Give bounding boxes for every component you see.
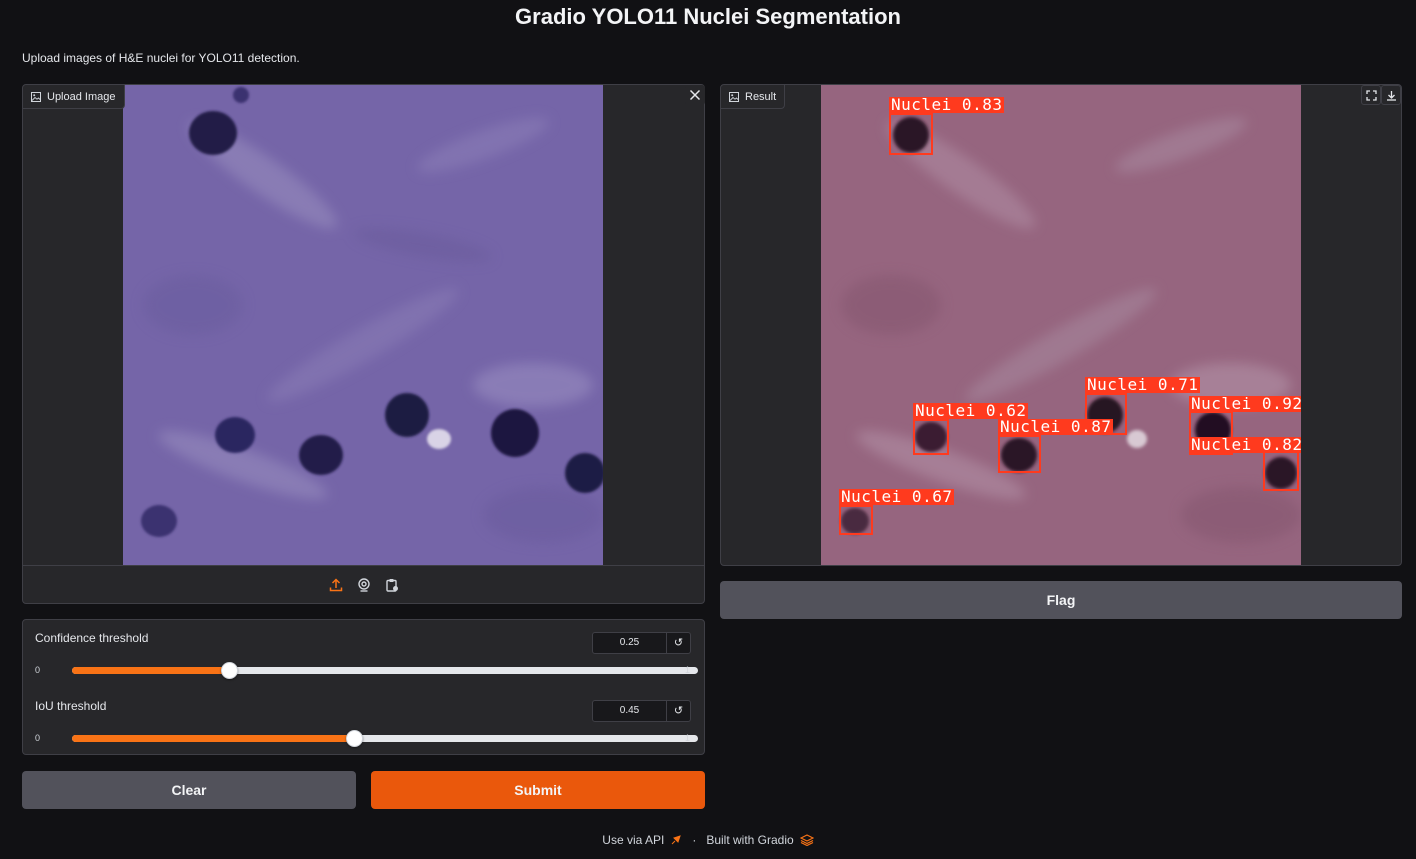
uploaded-image [123, 85, 603, 565]
result-image-label: Result [721, 85, 786, 109]
iou-slider-track[interactable] [72, 730, 698, 747]
detection-label: Nuclei 0.82 [1189, 437, 1301, 453]
footer: Use via API · Built with Gradio [0, 833, 1416, 847]
detection-box [1263, 451, 1299, 491]
footer-separator: · [692, 833, 697, 847]
confidence-slider-label: Confidence threshold [35, 631, 149, 645]
result-image-panel: Result Nuclei 0.83 Nuclei 0.71 Nuclei 0.… [720, 84, 1402, 566]
confidence-slider-track[interactable] [72, 662, 698, 679]
iou-max-label: 1 [685, 733, 691, 743]
input-image-label: Upload Image [23, 85, 125, 109]
confidence-reset-button[interactable]: ↺ [667, 632, 691, 654]
download-icon[interactable] [1381, 85, 1401, 105]
source-selection-bar [23, 565, 704, 603]
input-image-label-text: Upload Image [47, 90, 116, 103]
close-icon[interactable] [685, 85, 705, 105]
detection-box [913, 419, 949, 455]
iou-slider-label: IoU threshold [35, 699, 107, 713]
clipboard-icon[interactable] [383, 576, 401, 594]
image-icon [31, 91, 41, 102]
submit-button[interactable]: Submit [371, 771, 705, 809]
input-image-panel[interactable]: Upload Image [22, 84, 705, 604]
use-via-api-link[interactable]: Use via API [602, 833, 664, 847]
detection-box [998, 435, 1041, 473]
detection-label: Nuclei 0.67 [839, 487, 955, 506]
result-image-label-text: Result [745, 90, 777, 103]
fullscreen-icon[interactable] [1361, 85, 1381, 105]
detection-box [839, 505, 873, 535]
clear-button[interactable]: Clear [22, 771, 356, 809]
detection-box [889, 113, 933, 155]
page-title: Gradio YOLO11 Nuclei Segmentation [515, 4, 901, 29]
detection-label: Nuclei 0.83 [889, 95, 1005, 114]
confidence-slider-thumb[interactable] [220, 662, 238, 679]
flag-button[interactable]: Flag [720, 581, 1402, 619]
gradio-logo-icon [799, 834, 814, 846]
built-with-gradio-link[interactable]: Built with Gradio [706, 833, 793, 847]
iou-min-label: 0 [35, 733, 41, 743]
detection-label: Nuclei 0.87 [998, 417, 1114, 436]
iou-reset-button[interactable]: ↺ [667, 700, 691, 722]
image-icon [729, 91, 739, 102]
detection-label: Nuclei 0.71 [1085, 375, 1201, 394]
iou-number-input[interactable]: 0.45 [592, 700, 667, 722]
confidence-max-label: 1 [685, 665, 691, 675]
iou-slider-thumb[interactable] [345, 730, 363, 747]
confidence-min-label: 0 [35, 665, 41, 675]
result-image: Nuclei 0.83 Nuclei 0.71 Nuclei 0.62 Nucl… [821, 85, 1301, 565]
sliders-panel: Confidence threshold 0.25 ↺ 0 1 IoU thre… [22, 619, 705, 755]
webcam-icon[interactable] [355, 576, 373, 594]
rocket-icon [671, 835, 682, 845]
detection-label: Nuclei 0.92 [1189, 396, 1301, 412]
app-description: Upload images of H&E nuclei for YOLO11 d… [22, 51, 300, 65]
confidence-number-input[interactable]: 0.25 [592, 632, 667, 654]
upload-icon[interactable] [327, 576, 345, 594]
